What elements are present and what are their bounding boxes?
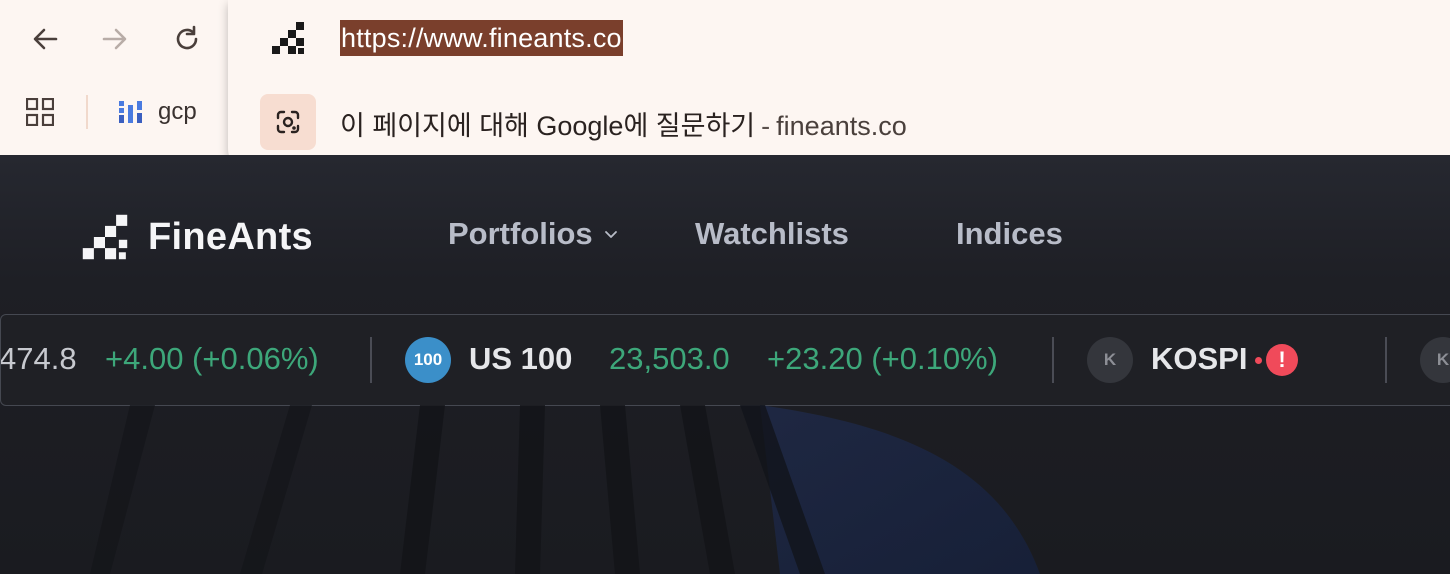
nav-watchlists-label: Watchlists — [695, 216, 849, 251]
suggestion-site: fineants.co — [776, 111, 907, 141]
ticker-item-change: +23.20 (+0.10%) — [767, 341, 998, 376]
ticker-divider — [1385, 337, 1387, 383]
index-ticker[interactable]: 474.8 +4.00 (+0.06%) 100 US 100 23,503.0… — [0, 314, 1450, 406]
suggestion-text: 이 페이지에 대해 Google에 질문하기 — [340, 111, 756, 141]
bookmark-gcp[interactable]: gcp — [118, 94, 197, 130]
fineants-logo-icon — [82, 214, 128, 260]
omnibox-dropdown[interactable]: https://www.fineants.co 이 페이지에 대해 Google… — [228, 0, 1450, 178]
apps-grid-icon[interactable] — [25, 97, 55, 127]
ticker-divider — [370, 337, 372, 383]
reload-icon — [176, 25, 198, 50]
ticker-item-change: +4.00 (+0.06%) — [105, 341, 319, 376]
forward-button[interactable] — [98, 22, 132, 56]
ticker-item-name[interactable]: KOSPI — [1151, 341, 1247, 377]
alert-icon-glyph: ! — [1278, 347, 1286, 372]
ticker-item-value: 23,503.0 — [609, 341, 730, 376]
us100-badge-icon: 100 — [405, 337, 451, 383]
bookmark-label: gcp — [158, 98, 197, 125]
kospi-badge-icon: K — [1087, 337, 1133, 383]
ticker-item-name[interactable]: US 100 — [469, 341, 572, 377]
hero-background-graphic — [0, 405, 1450, 574]
site-logo[interactable]: FineAnts — [80, 212, 313, 262]
google-lens-icon — [260, 94, 316, 150]
suggestion-separator: - — [761, 111, 771, 141]
back-button[interactable] — [28, 22, 62, 56]
alert-dot-icon — [1255, 357, 1262, 364]
kospi-badge-text: K — [1103, 350, 1117, 369]
ticker-divider — [1052, 337, 1054, 383]
us100-badge-text: 100 — [413, 350, 443, 369]
gcp-favicon-icon — [119, 101, 142, 123]
back-arrow-icon — [33, 28, 58, 50]
bookmark-divider — [86, 95, 88, 129]
logo-text: FineAnts — [148, 215, 313, 258]
ticker-badge-text: K — [1436, 350, 1450, 369]
fineants-favicon-icon — [270, 20, 306, 56]
alert-icon: ! — [1266, 344, 1298, 376]
nav-portfolios[interactable]: Portfolios — [448, 216, 619, 252]
reload-button[interactable] — [170, 22, 204, 56]
ticker-item-value: 474.8 — [0, 341, 77, 376]
forward-arrow-icon — [102, 28, 127, 50]
nav-indices-label: Indices — [956, 216, 1063, 251]
nav-portfolios-label: Portfolios — [448, 216, 593, 251]
ticker-track: 474.8 +4.00 (+0.06%) 100 US 100 23,503.0… — [1, 315, 1450, 405]
url-input[interactable]: https://www.fineants.co — [340, 20, 623, 56]
ticker-badge-icon: K — [1420, 337, 1450, 383]
omnibox-suggestion[interactable]: 이 페이지에 대해 Google에 질문하기 - fineants.co — [340, 104, 907, 143]
nav-watchlists[interactable]: Watchlists — [695, 216, 849, 252]
site-navbar: FineAnts Portfolios Watchlists Indices — [0, 190, 1450, 280]
chevron-down-icon — [604, 231, 617, 238]
nav-indices[interactable]: Indices — [956, 216, 1063, 252]
